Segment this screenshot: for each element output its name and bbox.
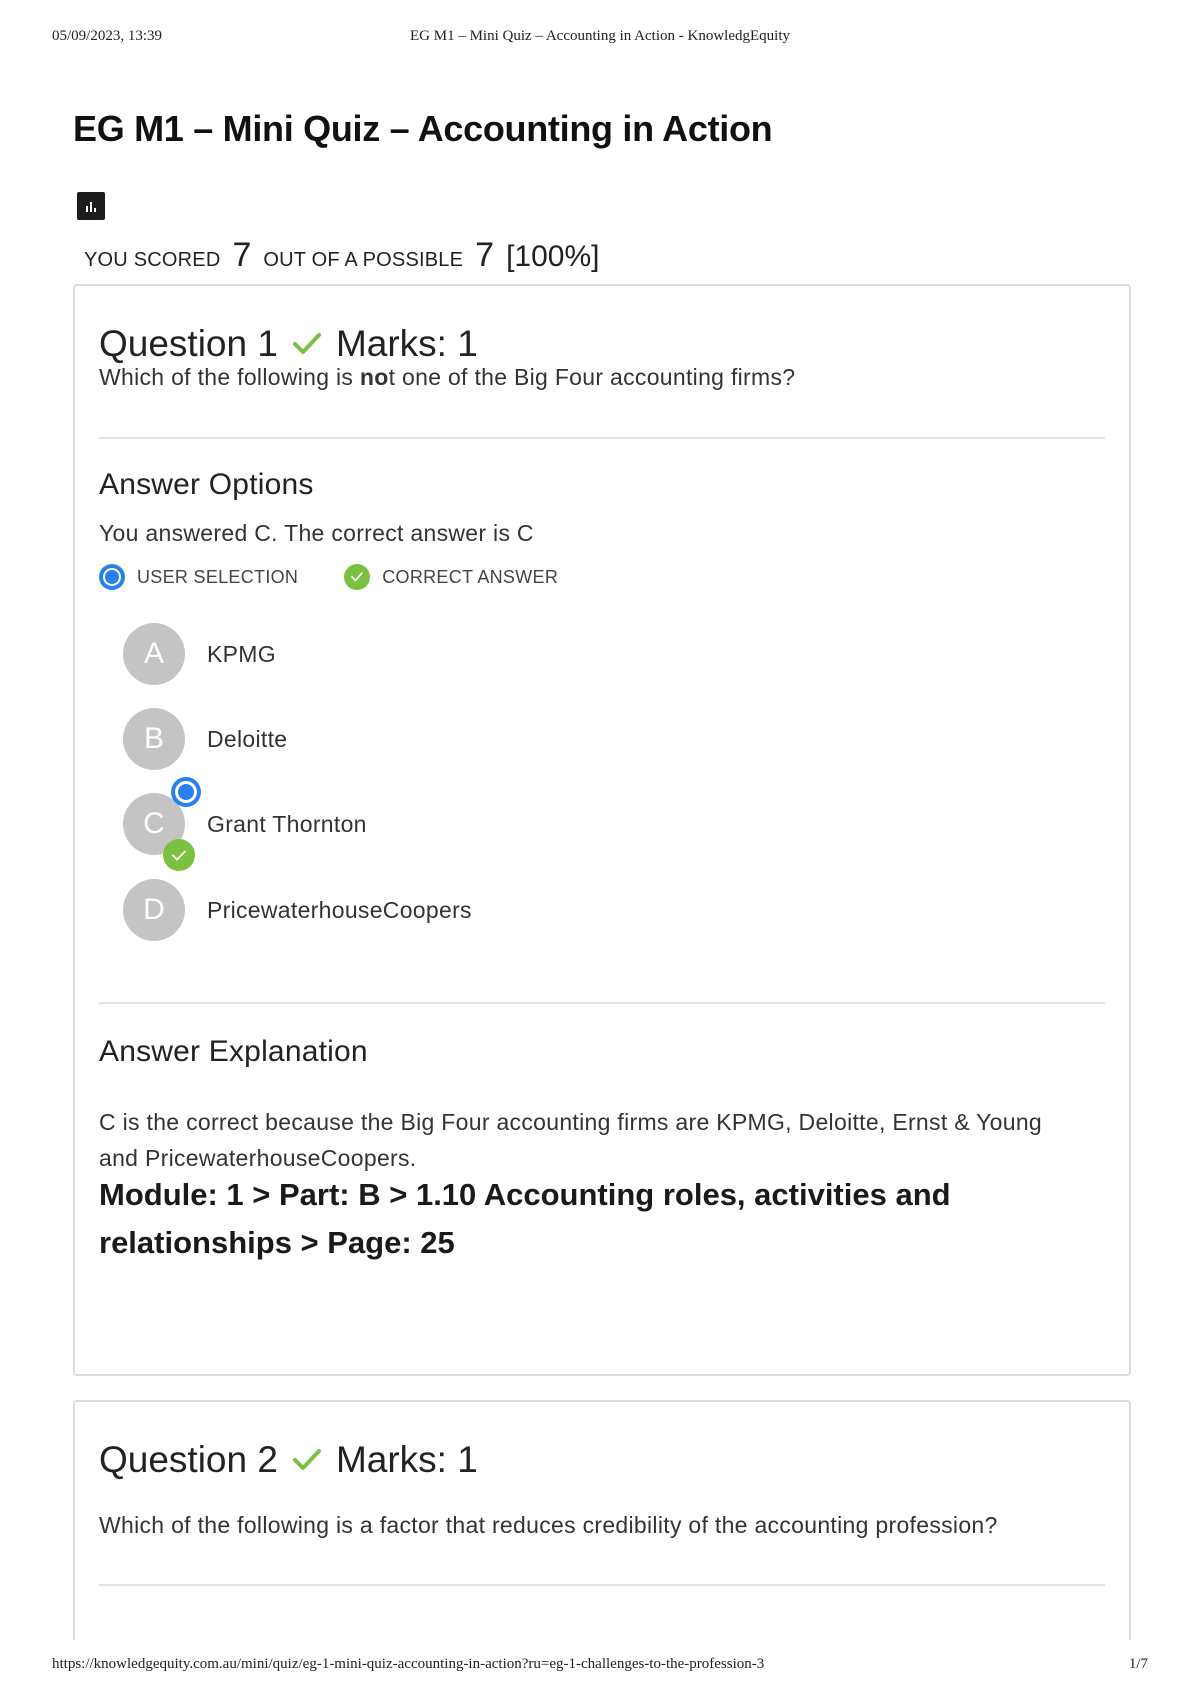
question-card: Question 1 Marks: 1 Which of the followi…	[73, 284, 1131, 1376]
legend-user-selection: USER SELECTION	[137, 566, 299, 587]
page-number: 1/7	[1128, 1656, 1148, 1672]
answer-option-a[interactable]: A KPMG	[123, 622, 276, 686]
question-marks: Marks: 1	[335, 1439, 478, 1480]
module-reference: Module: 1 > Part: B > 1.10 Accounting ro…	[99, 1177, 951, 1260]
answer-legend: USER SELECTION CORRECT ANSWER	[99, 564, 558, 590]
possible-value: 7	[475, 236, 495, 274]
score-value: 7	[232, 236, 252, 274]
answer-explanation: C is the correct because the Big Four ac…	[99, 1109, 1043, 1171]
print-footer: https://knowledgequity.com.au/mini/quiz/…	[52, 1656, 1148, 1676]
correct-answer-icon	[344, 564, 371, 590]
print-header: 05/09/2023, 13:39 EG M1 – Mini Quiz – Ac…	[52, 28, 1148, 48]
option-label: PricewaterhouseCoopers	[207, 896, 472, 923]
question-header: Question 2 Marks: 1	[99, 1436, 478, 1484]
option-letter: D	[123, 879, 185, 941]
legend-correct-answer: CORRECT ANSWER	[382, 566, 559, 587]
question-text: Which of the following is not one of the…	[99, 364, 796, 390]
possible-label: OUT OF A POSSIBLE	[263, 249, 464, 271]
answer-option-d[interactable]: D PricewaterhouseCoopers	[123, 878, 472, 942]
answer-option-c[interactable]: C Grant Thornton	[123, 777, 367, 871]
score-label: YOU SCORED	[84, 249, 221, 271]
correct-answer-icon	[163, 839, 195, 871]
option-label: Grant Thornton	[207, 810, 367, 837]
question-header: Question 1 Marks: 1	[99, 320, 478, 368]
option-letter-wrap: C	[123, 777, 201, 871]
option-letter: C	[143, 807, 165, 840]
option-letter: A	[123, 623, 185, 685]
question-text: Which of the following is a factor that …	[99, 1512, 998, 1538]
divider	[99, 1584, 1105, 1586]
user-selection-icon	[99, 564, 125, 590]
answered-summary: You answered C. The correct answer is C	[99, 520, 534, 546]
score-percent: [100%]	[506, 240, 600, 273]
question-title: Question 1	[99, 323, 278, 364]
bar-chart-icon[interactable]	[77, 192, 105, 220]
answer-option-b[interactable]: B Deloitte	[123, 707, 287, 771]
question-marks: Marks: 1	[335, 323, 478, 364]
print-url: https://knowledgequity.com.au/mini/quiz/…	[52, 1656, 765, 1672]
print-title: EG M1 – Mini Quiz – Accounting in Action…	[410, 28, 790, 44]
question-title: Question 2	[99, 1439, 278, 1480]
option-letter: B	[123, 708, 185, 770]
answer-options-title: Answer Options	[99, 468, 314, 501]
page-title: EG M1 – Mini Quiz – Accounting in Action	[73, 108, 773, 149]
check-icon	[292, 1447, 322, 1473]
option-label: Deloitte	[207, 725, 288, 752]
user-selection-icon	[171, 777, 201, 807]
check-icon	[292, 331, 322, 357]
answer-explanation-title: Answer Explanation	[99, 1035, 368, 1068]
divider	[99, 1002, 1105, 1004]
question-card: Question 2 Marks: 1 Which of the followi…	[73, 1400, 1131, 1640]
score-summary: YOU SCORED 7 OUT OF A POSSIBLE 7 [100%]	[84, 236, 600, 276]
option-label: KPMG	[207, 640, 276, 667]
divider	[99, 437, 1105, 439]
